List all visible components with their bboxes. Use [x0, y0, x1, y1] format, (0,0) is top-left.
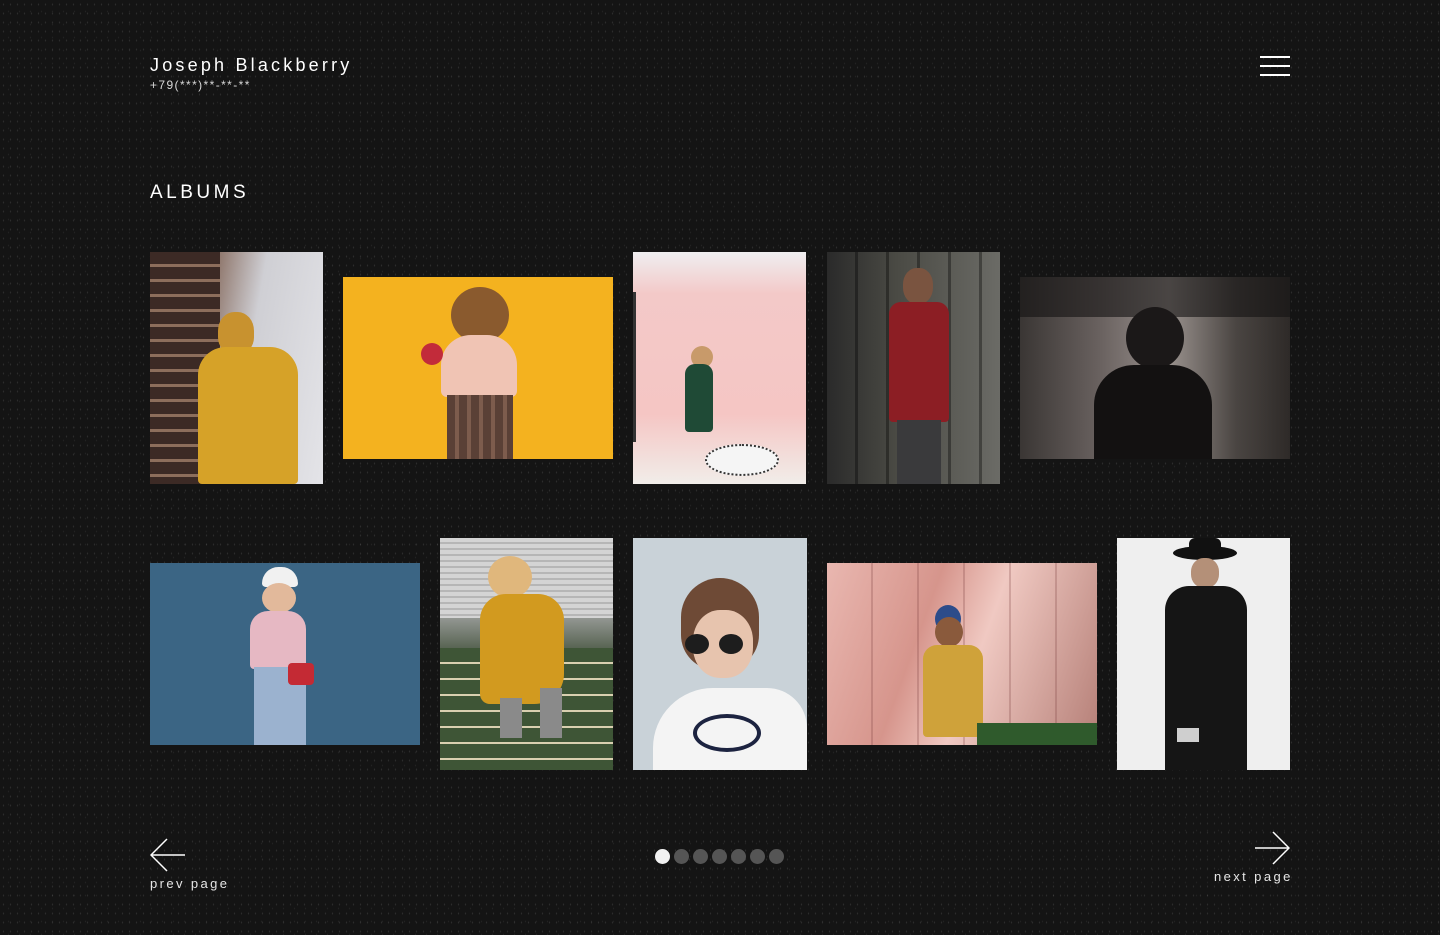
album-yellow-hoodie[interactable] [150, 252, 323, 484]
album-yellow-dress-stairs[interactable] [440, 538, 613, 770]
page-dot-3[interactable] [693, 849, 708, 864]
section-title: ALBUMS [150, 182, 250, 203]
page-dot-2[interactable] [674, 849, 689, 864]
page-dot-1[interactable] [655, 849, 670, 864]
album-blue-wall[interactable] [150, 563, 420, 745]
arrow-left-icon [150, 838, 185, 872]
album-pink-building[interactable] [827, 563, 1097, 745]
hamburger-menu-icon[interactable] [1260, 55, 1290, 77]
prev-page-button[interactable]: prev page [150, 838, 230, 892]
album-red-shirt[interactable] [827, 252, 1000, 484]
album-yellow-backdrop[interactable] [343, 277, 613, 459]
album-monochrome-portrait[interactable] [1020, 277, 1290, 459]
album-round-sunglasses[interactable] [633, 538, 807, 770]
next-page-button[interactable]: next page [1212, 831, 1292, 885]
album-black-hat[interactable] [1117, 538, 1290, 770]
phone-number: +79(***)**-**-** [150, 78, 251, 92]
page-dot-4[interactable] [712, 849, 727, 864]
prev-page-label: prev page [150, 876, 230, 891]
next-page-label: next page [1214, 869, 1293, 884]
page-dot-7[interactable] [769, 849, 784, 864]
album-pink-studio[interactable] [633, 252, 806, 484]
page-indicator [655, 849, 784, 864]
site-title: Joseph Blackberry [150, 55, 353, 75]
page-dot-6[interactable] [750, 849, 765, 864]
arrow-right-icon [1255, 831, 1290, 865]
page-dot-5[interactable] [731, 849, 746, 864]
